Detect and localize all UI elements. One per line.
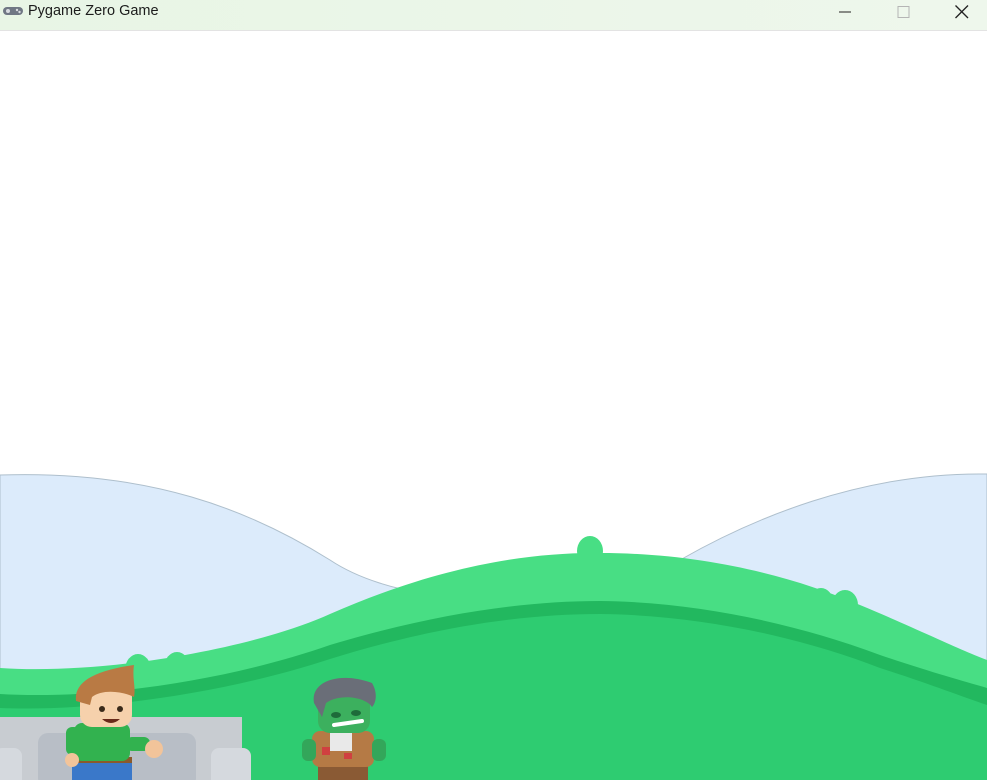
window-title: Pygame Zero Game [28,3,159,19]
close-icon [955,5,969,19]
zombie-enemy [302,677,386,780]
minimize-button[interactable] [816,0,874,30]
maximize-icon [897,6,910,18]
title-bar: Pygame Zero Game [0,0,987,31]
maximize-button[interactable] [874,0,932,30]
gamepad-icon [3,7,23,15]
minimize-icon [839,11,851,13]
game-canvas[interactable] [0,31,987,780]
close-button[interactable] [932,0,987,30]
player-boy [65,665,163,780]
